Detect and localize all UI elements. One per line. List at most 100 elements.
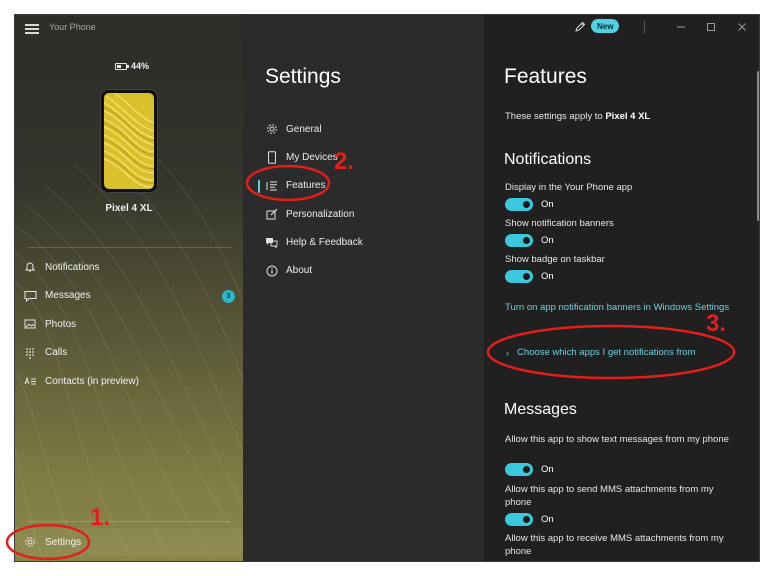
toggle-notification-banners[interactable]: On (505, 234, 554, 247)
toggle-state: On (541, 199, 554, 210)
chevron-right-icon: › (506, 347, 509, 358)
messages-heading: Messages (504, 401, 577, 418)
pen-icon[interactable] (574, 21, 586, 33)
menu-item-label: General (286, 123, 322, 135)
menu-item-label: Personalization (286, 208, 355, 220)
setting-label: Allow this app to show text messages fro… (505, 434, 729, 445)
nav-item-messages[interactable]: Messages 3 (15, 282, 243, 311)
maximize-icon (707, 23, 715, 31)
toggle-send-mms[interactable]: On (505, 513, 554, 526)
phone-wallpaper (104, 93, 154, 189)
scope-device: Pixel 4 XL (605, 111, 651, 122)
setting-label: Show notification banners (505, 218, 614, 229)
bell-icon (23, 260, 37, 274)
page-title: Settings (265, 65, 341, 88)
battery-percent: 44% (131, 61, 150, 71)
nav-item-label: Settings (45, 536, 82, 548)
toggle-switch[interactable] (505, 513, 533, 526)
phone-image (100, 89, 158, 193)
close-icon (738, 23, 746, 31)
phone-icon (265, 151, 278, 164)
menu-item-help-feedback[interactable]: Help & Feedback (255, 228, 475, 256)
nav-item-label: Contacts (in preview) (45, 375, 139, 387)
help-icon (265, 236, 278, 249)
nav-item-label: Messages (45, 290, 91, 302)
nav-item-label: Notifications (45, 261, 100, 273)
info-icon (265, 264, 278, 277)
setting-label: Allow this app to send MMS attachments f… (505, 484, 714, 508)
toggle-switch[interactable] (505, 234, 533, 247)
menu-item-personalization[interactable]: Personalization (255, 200, 475, 228)
nav-item-photos[interactable]: Photos (15, 310, 243, 339)
divider (27, 521, 231, 522)
list-icon (265, 179, 278, 192)
toggle-show-messages[interactable]: On (505, 463, 554, 476)
app-title: Your Phone (49, 22, 96, 32)
nav-item-settings[interactable]: Settings (15, 528, 243, 556)
device-pane: Your Phone 44% Pixel 4 XL Notifications … (15, 15, 243, 561)
choose-apps-expander[interactable]: › Choose which apps I get notifications … (506, 347, 695, 358)
selection-indicator (258, 179, 260, 193)
device-name: Pixel 4 XL (105, 203, 153, 214)
photo-icon (23, 317, 37, 331)
settings-pane: Settings General My Devices Features Per… (243, 15, 484, 561)
menu-item-my-devices[interactable]: My Devices (255, 143, 475, 171)
toggle-state: On (541, 464, 554, 475)
menu-item-about[interactable]: About (255, 256, 475, 284)
toggle-switch[interactable] (505, 198, 533, 211)
nav-item-label: Calls (45, 347, 68, 359)
contacts-icon (23, 374, 37, 388)
notifications-heading: Notifications (504, 151, 592, 168)
nav-item-calls[interactable]: Calls (15, 339, 243, 368)
brush-icon (265, 208, 278, 221)
toggle-switch[interactable] (505, 463, 533, 476)
annotation-step-2: 2. (334, 148, 355, 175)
minimize-button[interactable] (666, 15, 696, 39)
gear-icon (265, 123, 278, 136)
page-title: Features (504, 65, 587, 88)
title-bar-controls: New (484, 15, 759, 41)
menu-item-label: Features (286, 180, 326, 192)
maximize-button[interactable] (696, 15, 726, 39)
toggle-state: On (541, 514, 554, 525)
menu-item-features[interactable]: Features (255, 172, 475, 200)
toggle-switch[interactable] (505, 270, 533, 283)
menu-item-general[interactable]: General (255, 115, 475, 143)
battery-icon (115, 62, 129, 70)
nav-item-contacts[interactable]: Contacts (in preview) (15, 367, 243, 396)
setting-label: Show badge on taskbar (505, 254, 605, 265)
features-pane: New Features These settings apply to Pix… (484, 15, 759, 561)
close-button[interactable] (727, 15, 757, 39)
menu-item-label: About (286, 265, 313, 277)
setting-label: Display in the Your Phone app (505, 182, 633, 193)
divider (644, 21, 645, 33)
battery-status: 44% (115, 61, 149, 71)
choose-apps-label: Choose which apps I get notifications fr… (517, 347, 696, 358)
annotation-step-3: 3. (706, 310, 727, 337)
scope-prefix: These settings apply to (505, 111, 606, 122)
main-nav: Notifications Messages 3 Photos Calls Co… (15, 253, 243, 396)
dialpad-icon (23, 346, 37, 360)
setting-label: Allow this app to receive MMS attachment… (505, 533, 724, 557)
scrollbar[interactable] (756, 41, 759, 561)
chat-icon (23, 289, 37, 303)
unread-badge: 3 (222, 289, 235, 303)
toggle-state: On (541, 271, 554, 282)
windows-settings-link[interactable]: Turn on app notification banners in Wind… (505, 301, 730, 314)
settings-menu: General My Devices Features Personalizat… (255, 115, 475, 285)
menu-button[interactable] (21, 18, 43, 38)
nav-item-notifications[interactable]: Notifications (15, 253, 243, 282)
new-badge[interactable]: New (591, 19, 620, 33)
gear-icon (23, 535, 37, 549)
menu-item-label: Help & Feedback (286, 236, 363, 248)
annotation-step-1: 1. (90, 504, 111, 531)
menu-item-label: My Devices (286, 151, 338, 163)
toggle-display-in-app[interactable]: On (505, 198, 554, 211)
minimize-icon (677, 26, 685, 28)
toggle-state: On (541, 235, 554, 246)
toggle-taskbar-badge[interactable]: On (505, 270, 554, 283)
your-phone-window: Your Phone 44% Pixel 4 XL Notifications … (14, 14, 760, 562)
scrollbar-thumb[interactable] (757, 71, 759, 221)
divider (27, 247, 231, 248)
device-scope-text: These settings apply to Pixel 4 XL (505, 111, 650, 122)
